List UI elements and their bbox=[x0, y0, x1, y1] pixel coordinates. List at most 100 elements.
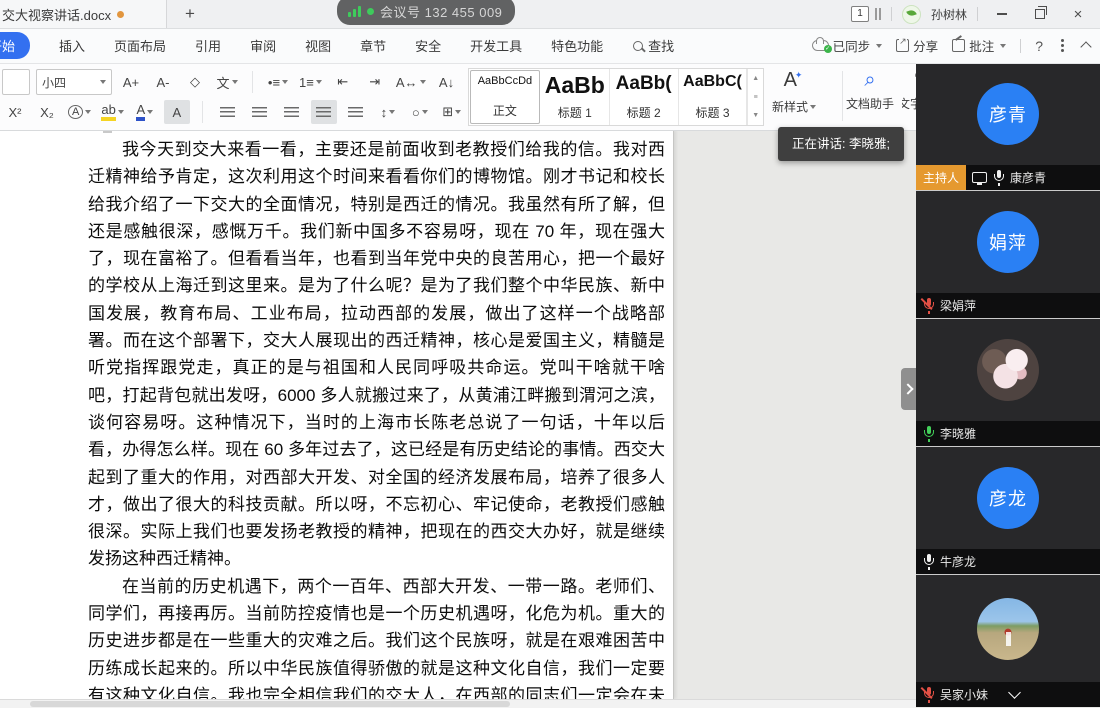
new-tab-button[interactable]: + bbox=[178, 2, 202, 26]
justify-button[interactable] bbox=[311, 100, 337, 124]
styles-more-icon[interactable]: ≡ bbox=[748, 88, 763, 107]
minimize-button[interactable] bbox=[988, 3, 1016, 25]
avatar-initials: 娟萍 bbox=[989, 229, 1027, 255]
sync-status-button[interactable]: ✓ 已同步 bbox=[812, 36, 883, 55]
new-style-button[interactable]: A✦ 新样式 bbox=[772, 69, 816, 115]
style-标题-3[interactable]: AaBbC(标题 3 bbox=[679, 69, 748, 125]
paragraph[interactable]: 我今天到交大来看一看，主要还是前面收到老教授们给我的信。我对西迁精神给予肯定，这… bbox=[88, 136, 665, 573]
style-正文[interactable]: AaBbCcDd正文 bbox=[470, 70, 540, 124]
chevron-up-icon bbox=[1080, 41, 1091, 52]
signal-bars-icon bbox=[348, 6, 361, 17]
decrease-font-button[interactable]: A- bbox=[150, 70, 176, 94]
style-标题-2[interactable]: AaBb(标题 2 bbox=[610, 69, 679, 125]
menu-item-special-features[interactable]: 特色功能 bbox=[551, 36, 603, 55]
circled-char-button-glyph: A bbox=[68, 105, 83, 119]
borders-button[interactable]: ⊞ bbox=[439, 100, 465, 124]
chevron-down-icon bbox=[876, 44, 882, 48]
char-scale-button[interactable]: A↔ bbox=[394, 70, 428, 94]
increase-font-button[interactable]: A+ bbox=[118, 70, 144, 94]
comment-button[interactable]: 批注 bbox=[952, 36, 1006, 55]
numbered-list-button-glyph: 1≡ bbox=[299, 75, 314, 90]
increase-font-button-glyph: A+ bbox=[123, 75, 139, 90]
circled-char-button[interactable]: A bbox=[66, 100, 93, 124]
document-count-badge[interactable]: 1 bbox=[851, 6, 869, 22]
share-icon bbox=[896, 39, 909, 52]
line-spacing-button[interactable]: ↕ bbox=[375, 100, 401, 124]
align-left-button[interactable] bbox=[215, 100, 241, 124]
mic-on-icon bbox=[923, 554, 934, 569]
font-color-button[interactable]: A bbox=[132, 100, 158, 124]
video-tile-niuyanlong[interactable]: 彦龙 牛彦龙 bbox=[916, 446, 1100, 574]
video-tile-lixiaoya[interactable]: 李晓雅 bbox=[916, 318, 1100, 446]
menu-item-page-layout[interactable]: 页面布局 bbox=[114, 36, 166, 55]
chevron-down-icon bbox=[100, 80, 106, 84]
font-name-select-partial[interactable] bbox=[2, 69, 30, 95]
menu-item-home[interactable]: 开始 bbox=[0, 32, 30, 59]
menu-item-insert[interactable]: 插入 bbox=[59, 36, 85, 55]
panel-collapse-handle[interactable] bbox=[901, 368, 916, 410]
collapse-ribbon-button[interactable] bbox=[1082, 40, 1090, 51]
share-button[interactable]: 分享 bbox=[896, 36, 938, 55]
font-size-select[interactable]: 小四 bbox=[36, 69, 112, 95]
clear-format-button[interactable]: ◇ bbox=[182, 70, 208, 94]
align-left-button-icon bbox=[220, 107, 235, 118]
close-button[interactable]: × bbox=[1064, 3, 1092, 25]
document-tab[interactable]: 交大视察讲话.docx bbox=[0, 0, 167, 28]
participant-name-bar: 牛彦龙 bbox=[916, 549, 1100, 574]
restore-button[interactable] bbox=[1026, 3, 1054, 25]
expand-chevron-icon[interactable] bbox=[1008, 686, 1021, 699]
bullet-list-button-glyph: •≡ bbox=[268, 75, 280, 90]
align-right-button[interactable] bbox=[279, 100, 305, 124]
styles-scroll-down-icon[interactable]: ▼ bbox=[748, 106, 763, 125]
styles-gallery-scroll[interactable]: ▲≡▼ bbox=[747, 69, 763, 125]
align-center-button[interactable] bbox=[247, 100, 273, 124]
scrollbar-thumb[interactable] bbox=[30, 701, 510, 707]
paragraph[interactable]: 在当前的历史机遇下，两个一百年、西部大开发、一带一路。老师们、同学们，再接再厉。… bbox=[88, 573, 665, 699]
styles-scroll-up-icon[interactable]: ▲ bbox=[748, 69, 763, 88]
video-tile-wujiaxiaomei[interactable]: 吴家小妹 bbox=[916, 574, 1100, 707]
text-tool-button[interactable]: ✎ 文字工具 bbox=[902, 69, 916, 112]
pinyin-guide-button[interactable]: 文 bbox=[214, 70, 240, 94]
user-avatar[interactable] bbox=[902, 5, 921, 24]
menu-item-view[interactable]: 视图 bbox=[305, 36, 331, 55]
chevron-down-icon bbox=[810, 105, 816, 109]
align-center-button-icon bbox=[252, 107, 267, 118]
video-tile-kangyanqing[interactable]: 彦青 主持人 康彦青 bbox=[916, 63, 1100, 190]
document-page[interactable]: 我今天到交大来看一看，主要还是前面收到老教授们给我的信。我对西迁精神给予肯定，这… bbox=[0, 130, 674, 699]
menu-item-review[interactable]: 审阅 bbox=[250, 36, 276, 55]
find-button[interactable]: 查找 bbox=[633, 36, 674, 55]
decrease-indent-button[interactable]: ⇤ bbox=[330, 70, 356, 94]
document-text[interactable]: 我今天到交大来看一看，主要还是前面收到老教授们给我的信。我对西迁精神给予肯定，这… bbox=[88, 136, 665, 699]
help-button[interactable]: ? bbox=[1035, 38, 1043, 54]
numbered-list-button[interactable]: 1≡ bbox=[297, 70, 324, 94]
distribute-button[interactable] bbox=[343, 100, 369, 124]
meeting-participants-panel: 彦青 主持人 康彦青 娟萍 梁娟萍 李晓雅 彦龙 牛彦龙 吴家 bbox=[916, 63, 1100, 707]
char-shading-button[interactable]: A bbox=[164, 100, 190, 124]
sort-button[interactable]: A↓ bbox=[434, 70, 460, 94]
style-标题-1[interactable]: AaBb标题 1 bbox=[541, 69, 610, 125]
shape-outline-button[interactable]: ○ bbox=[407, 100, 433, 124]
chevron-down-icon bbox=[232, 80, 238, 84]
cloud-sync-icon: ✓ bbox=[812, 40, 829, 51]
host-badge: 主持人 bbox=[916, 165, 966, 190]
highlight-button[interactable]: ab bbox=[99, 100, 125, 124]
decrease-indent-button-glyph: ⇤ bbox=[337, 74, 348, 90]
bullet-list-button[interactable]: •≡ bbox=[265, 70, 291, 94]
window-split-icon[interactable] bbox=[875, 8, 881, 20]
menu-item-references[interactable]: 引用 bbox=[195, 36, 221, 55]
divider bbox=[891, 7, 892, 21]
menu-item-dev-tools[interactable]: 开发工具 bbox=[470, 36, 522, 55]
menu-item-security[interactable]: 安全 bbox=[415, 36, 441, 55]
menu-item-section[interactable]: 章节 bbox=[360, 36, 386, 55]
document-canvas: 我今天到交大来看一看，主要还是前面收到老教授们给我的信。我对西迁精神给予肯定，这… bbox=[0, 130, 916, 699]
pinyin-guide-button-glyph: 文 bbox=[216, 73, 229, 92]
video-tile-liangjuanping[interactable]: 娟萍 梁娟萍 bbox=[916, 190, 1100, 318]
increase-indent-button[interactable]: ⇥ bbox=[362, 70, 388, 94]
doc-assistant-button[interactable]: ⌕ 文档助手 bbox=[846, 69, 894, 112]
participant-name: 李晓雅 bbox=[940, 425, 976, 442]
superscript-button[interactable]: X² bbox=[2, 100, 28, 124]
meeting-id-badge[interactable]: 会议号 132 455 009 bbox=[337, 0, 515, 25]
more-menu-button[interactable] bbox=[1057, 44, 1068, 47]
subscript-button[interactable]: X₂ bbox=[34, 100, 60, 124]
meeting-status-dot bbox=[367, 8, 374, 15]
